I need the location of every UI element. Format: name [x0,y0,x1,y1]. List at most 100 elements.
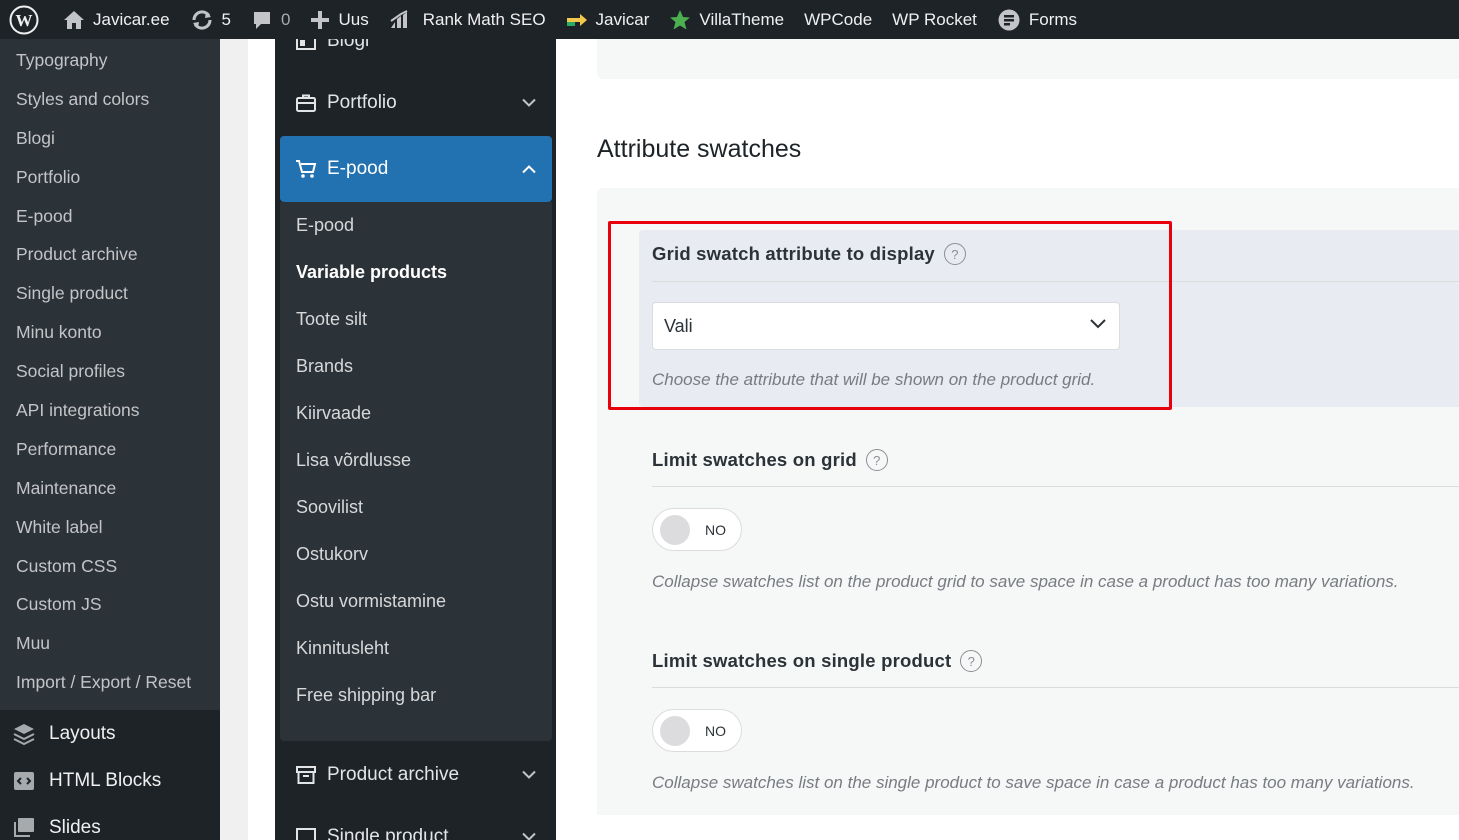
menu-item-slides[interactable]: Slides [0,804,220,840]
wordpress-logo-button[interactable]: W [0,0,53,39]
submenu-item[interactable]: Performance [0,430,220,469]
new-label: Uus [338,9,369,29]
javicar-link[interactable]: Javicar [556,0,660,39]
product-icon [296,828,316,840]
field-label-text: Limit swatches on grid [652,449,857,470]
javicar-icon [566,13,587,26]
nav-section-single-product[interactable]: Single product [280,804,552,840]
submenu-item[interactable]: Blogi [0,119,220,158]
previous-section-card [597,39,1459,79]
content-gutter [220,39,248,840]
help-icon[interactable]: ? [960,650,983,672]
nav-section-product-archive[interactable]: Product archive [280,742,552,808]
comments-link[interactable]: 0 [241,0,300,39]
field-divider [652,281,1459,282]
blog-icon [296,39,316,50]
help-icon[interactable]: ? [865,449,888,471]
submenu-item[interactable]: Styles and colors [0,80,220,119]
submenu-item[interactable]: Muu [0,624,220,663]
subnav-item[interactable]: E-pood [280,202,552,249]
subnav-item[interactable]: Ostu vormistamine [280,578,552,625]
subnav-item[interactable]: Free shipping bar [280,672,552,719]
svg-text:W: W [16,11,33,30]
wp-rocket-link[interactable]: WP Rocket [882,0,987,39]
menu-item-layouts[interactable]: Layouts [0,710,220,757]
limit-single-toggle[interactable]: NO [652,709,742,752]
submenu-item[interactable]: Portfolio [0,158,220,197]
updates-count: 5 [221,9,232,29]
field-description: Collapse swatches list on the single pro… [652,773,1415,792]
grid-swatch-select[interactable]: Vali [652,302,1120,350]
field-description: Choose the attribute that will be shown … [652,370,1096,389]
forms-link[interactable]: Forms [987,0,1087,39]
menu-item-html-blocks[interactable]: HTML Blocks [0,757,220,804]
admin-menu-items: Layouts HTML Blocks Slides [0,710,220,840]
subnav-item[interactable]: Lisa võrdlusse [280,437,552,484]
site-name-link[interactable]: Javicar.ee [53,0,180,39]
chevron-down-icon [522,770,536,779]
limit-grid-toggle[interactable]: NO [652,508,742,551]
field-description: Collapse swatches list on the product gr… [652,572,1399,591]
theme-options-nav: Blogi Portfolio E-pood E-pood Variable p… [275,39,556,840]
chevron-down-icon [522,98,536,107]
panel-margin [248,39,275,840]
wpcode-link[interactable]: WPCode [794,0,882,39]
nav-section-epood[interactable]: E-pood [280,136,552,202]
help-icon[interactable]: ? [943,243,966,265]
select-value: Vali [664,315,693,336]
subnav-item[interactable]: Kiirvaade [280,390,552,437]
submenu-item[interactable]: Import / Export / Reset [0,663,220,702]
nav-section-blogi[interactable]: Blogi [280,39,552,74]
admin-bar: W Javicar.ee 5 0 Uus Rank Math SEO Javic… [0,0,1459,39]
wpcode-label: WPCode [804,9,873,29]
subnav-item[interactable]: Brands [280,343,552,390]
nav-section-label: E-pood [327,158,389,179]
submenu-item[interactable]: Maintenance [0,469,220,508]
submenu-item[interactable]: Single product [0,274,220,313]
menu-label: Layouts [49,722,116,744]
submenu-item[interactable]: White label [0,508,220,547]
chevron-up-icon [522,165,536,174]
comments-count: 0 [281,9,291,29]
grid-swatch-label: Grid swatch attribute to display ? [652,243,966,265]
subnav-item[interactable]: Ostukorv [280,531,552,578]
submenu-item[interactable]: Custom CSS [0,547,220,586]
nav-section-portfolio[interactable]: Portfolio [280,70,552,136]
submenu-item[interactable]: Custom JS [0,585,220,624]
nav-section-label: Product archive [327,764,460,785]
villatheme-link[interactable]: VillaTheme [659,0,794,39]
rank-math-label: Rank Math SEO [422,9,546,29]
limit-grid-label: Limit swatches on grid ? [652,449,888,471]
submenu-item[interactable]: Product archive [0,235,220,274]
chevron-down-icon [522,832,536,840]
subnav-item-current[interactable]: Variable products [280,249,552,296]
forms-icon [998,9,1020,30]
chevron-down-icon [1090,319,1106,329]
limit-single-label: Limit swatches on single product ? [652,650,983,672]
updates-link[interactable]: 5 [180,0,241,39]
rank-math-icon [390,9,408,28]
nav-section-label: Blogi [327,39,370,51]
epood-subnav: E-pood Variable products Toote silt Bran… [280,202,552,741]
slides-icon [14,817,34,837]
settings-content: Attribute swatches Grid swatch attribute… [556,39,1459,840]
field-label-text: Grid swatch attribute to display [652,243,935,264]
toggle-knob [660,514,690,545]
refresh-icon [192,9,212,30]
nav-section-label: Single product [327,826,449,840]
submenu-item[interactable]: E-pood [0,197,220,236]
submenu-item[interactable]: API integrations [0,391,220,430]
rank-math-link[interactable]: Rank Math SEO [379,0,556,39]
submenu-item[interactable]: Typography [0,41,220,80]
subnav-item[interactable]: Soovilist [280,484,552,531]
subnav-item[interactable]: Toote silt [280,296,552,343]
menu-label: HTML Blocks [49,769,162,791]
plus-icon [311,10,330,29]
new-content-link[interactable]: Uus [300,0,378,39]
wp-rocket-label: WP Rocket [892,9,977,29]
submenu-item[interactable]: Minu konto [0,313,220,352]
toggle-text: NO [705,722,726,739]
villatheme-label: VillaTheme [699,9,785,29]
submenu-item[interactable]: Social profiles [0,352,220,391]
subnav-item[interactable]: Kinnitusleht [280,625,552,672]
